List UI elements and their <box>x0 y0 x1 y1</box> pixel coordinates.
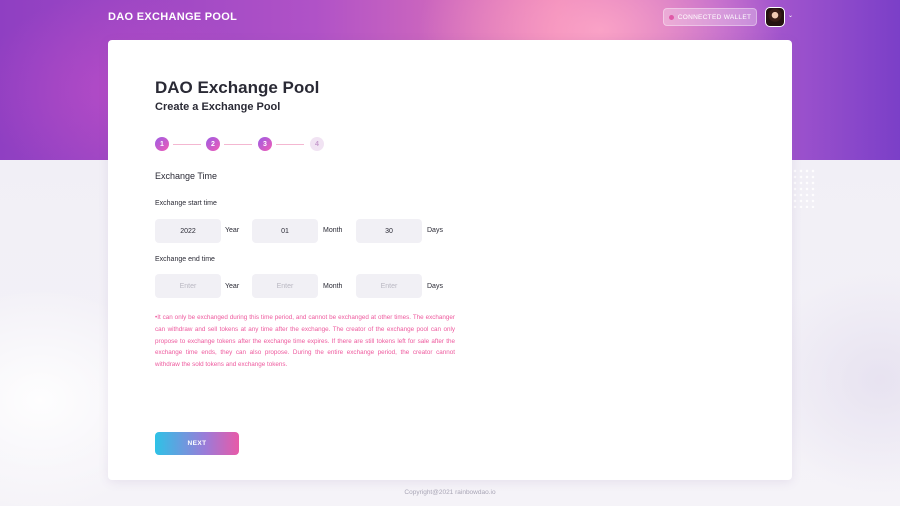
start-time-label: Exchange start time <box>155 200 217 207</box>
step-progress: 1 2 3 4 <box>155 137 335 151</box>
year-unit-label: Year <box>225 227 240 234</box>
step-4-indicator: 4 <box>310 137 324 151</box>
end-time-label: Exchange end time <box>155 256 215 263</box>
user-avatar[interactable] <box>765 7 785 27</box>
footer-copyright: Copyright@2021 rainbowdao.io <box>404 489 496 496</box>
connect-wallet-button[interactable]: CONNECTED WALLET <box>663 8 757 26</box>
month-unit-label: Month <box>323 227 343 234</box>
days-unit-label: Days <box>427 283 443 290</box>
days-unit-label: Days <box>427 227 443 234</box>
end-year-input[interactable] <box>155 274 221 298</box>
step-connector <box>224 143 252 145</box>
page-subtitle: Create a Exchange Pool <box>155 101 281 113</box>
end-day-input[interactable] <box>356 274 422 298</box>
wallet-status-dot-icon <box>668 14 674 20</box>
step-3-indicator: 3 <box>258 137 272 151</box>
page-title: DAO Exchange Pool <box>155 78 320 97</box>
step-connector <box>173 143 201 145</box>
end-month-input[interactable] <box>252 274 318 298</box>
start-day-input[interactable] <box>356 219 422 243</box>
top-bar: DAO EXCHANGE POOL CONNECTED WALLET ⌄ <box>0 0 900 34</box>
exchange-pool-form-card: DAO Exchange Pool Create a Exchange Pool… <box>108 40 792 480</box>
section-title: Exchange Time <box>155 171 218 181</box>
step-2-indicator: 2 <box>206 137 220 151</box>
year-unit-label: Year <box>225 283 240 290</box>
step-connector <box>276 143 304 145</box>
chevron-down-icon[interactable]: ⌄ <box>788 12 793 19</box>
wallet-button-label: CONNECTED WALLET <box>677 13 752 21</box>
decorative-dots <box>792 168 816 208</box>
step-1-indicator: 1 <box>155 137 169 151</box>
next-button[interactable]: NEXT <box>155 432 239 455</box>
start-year-input[interactable] <box>155 219 221 243</box>
start-month-input[interactable] <box>252 219 318 243</box>
exchange-time-notice: •It can only be exchanged during this ti… <box>155 314 455 369</box>
brand-logo-text[interactable]: DAO EXCHANGE POOL <box>108 11 237 23</box>
month-unit-label: Month <box>323 283 343 290</box>
